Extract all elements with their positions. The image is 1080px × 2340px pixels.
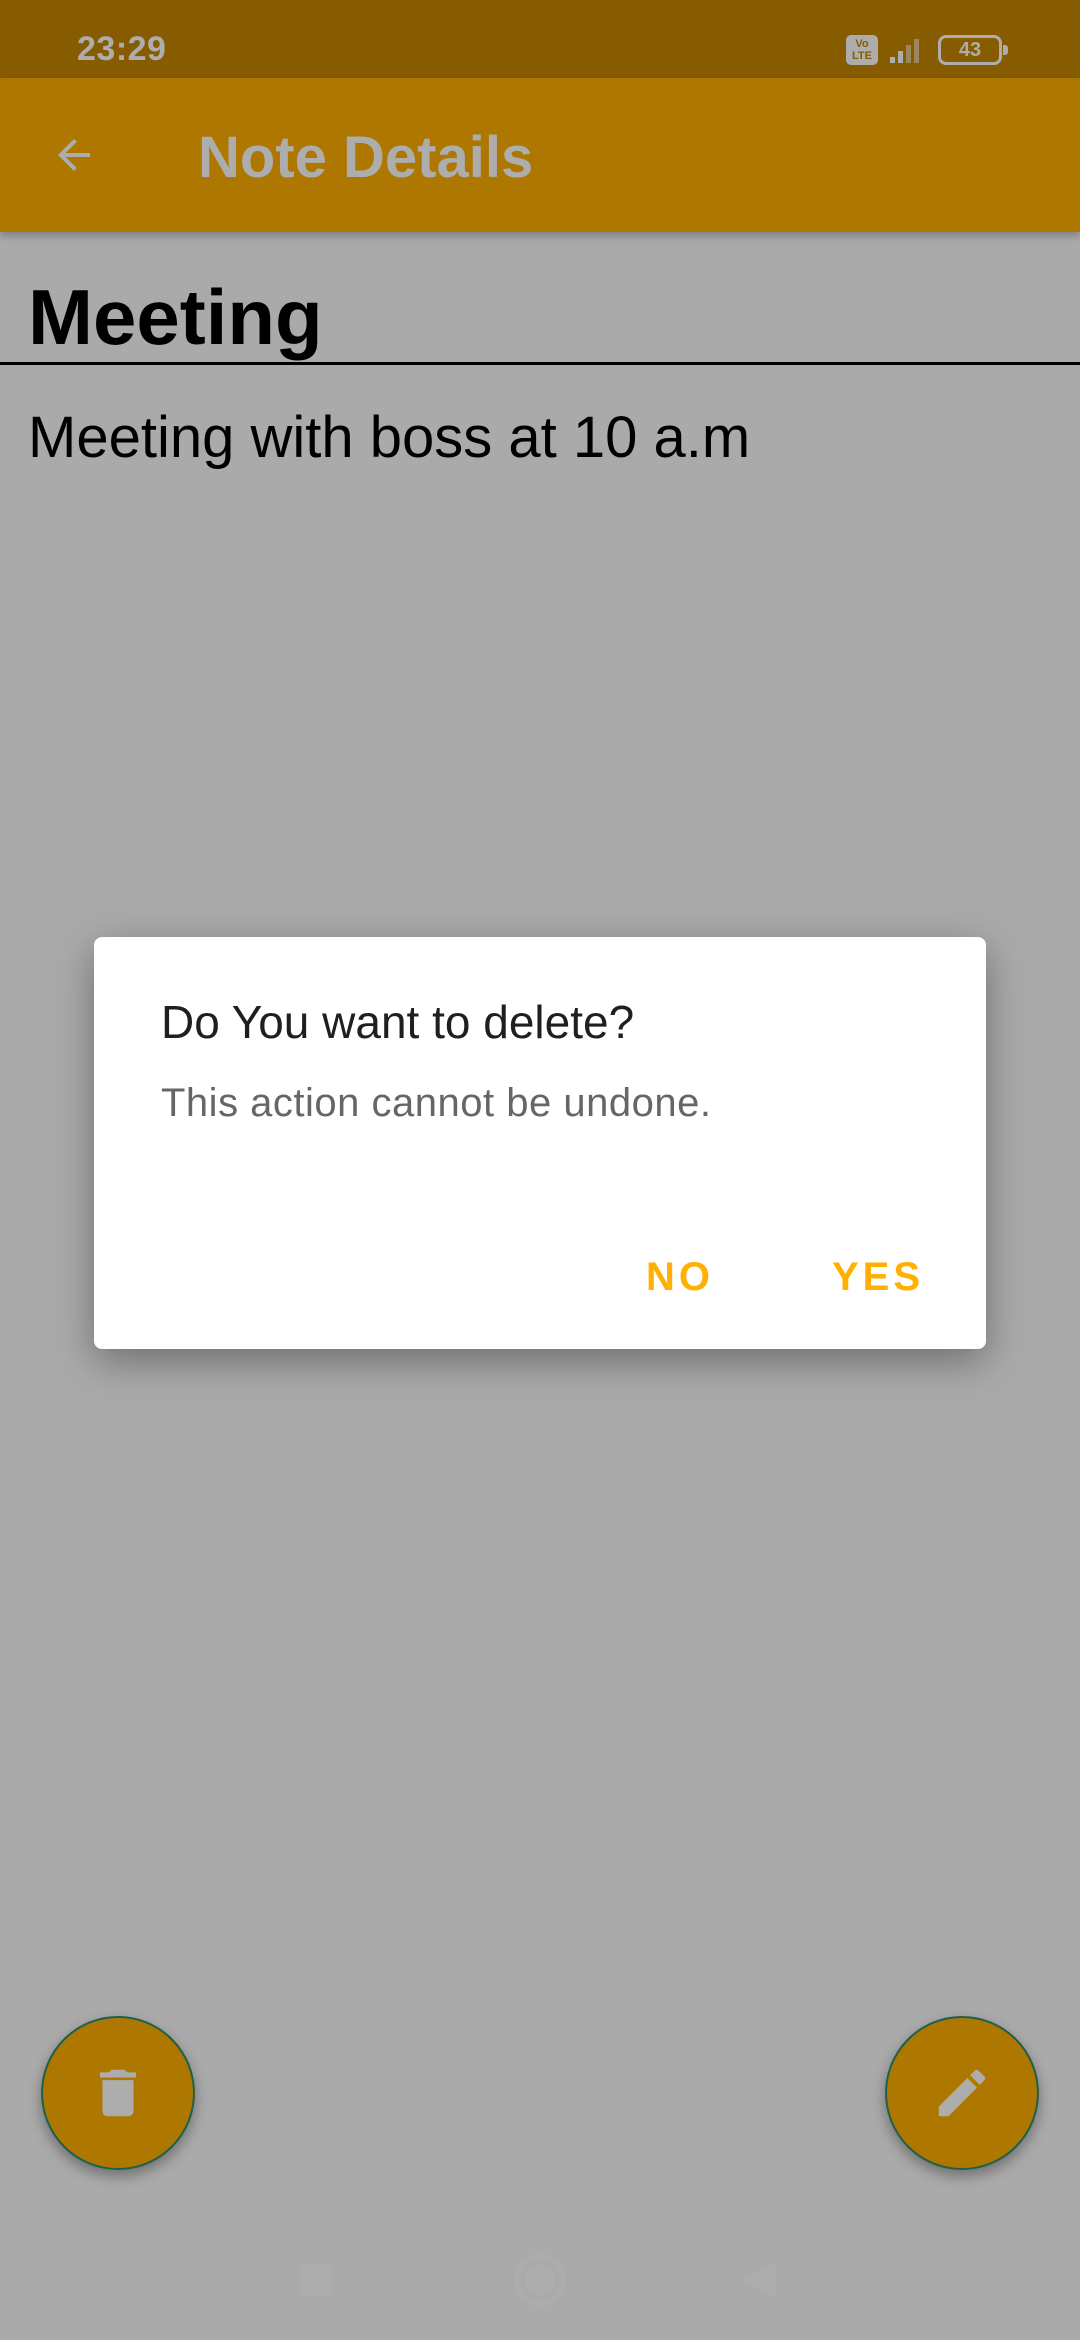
dialog-message: This action cannot be undone. <box>161 1081 712 1125</box>
dialog-title: Do You want to delete? <box>161 996 635 1048</box>
no-button[interactable]: NO <box>646 1247 714 1307</box>
delete-confirm-dialog: Do You want to delete? This action canno… <box>94 937 986 1349</box>
yes-button[interactable]: YES <box>832 1247 924 1307</box>
